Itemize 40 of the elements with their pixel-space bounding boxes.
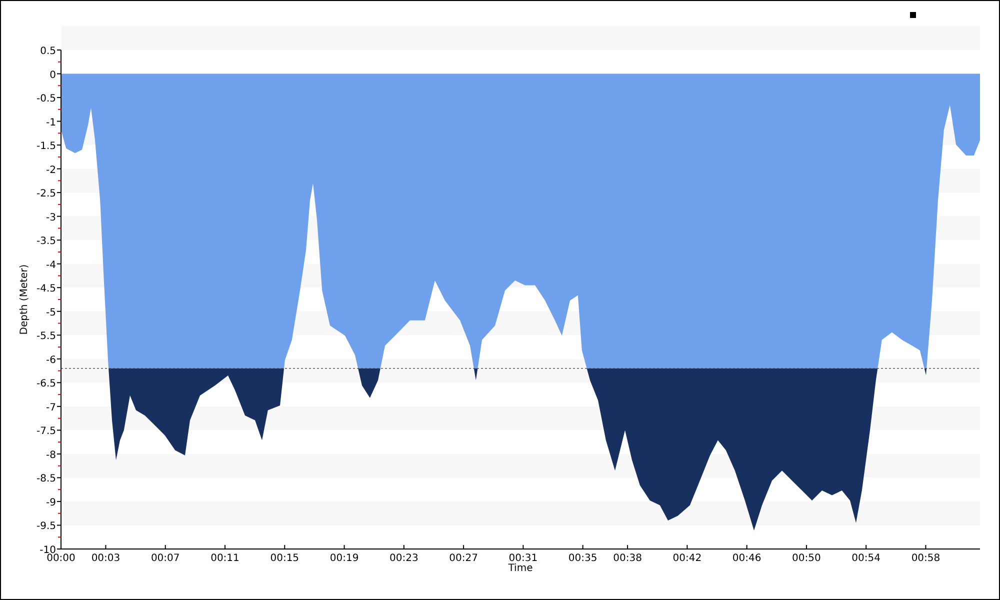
legend-marker-icon <box>910 12 916 18</box>
y-tick-label: -9.5 <box>36 521 56 532</box>
x-tick-label: 00:46 <box>732 553 762 564</box>
y-tick-label: -9 <box>46 497 56 508</box>
y-tick-label: -8 <box>46 450 56 461</box>
y-tick-label: -3.5 <box>36 236 56 248</box>
y-tick-label: -5.5 <box>36 331 56 342</box>
y-tick-label: -1 <box>46 117 56 128</box>
y-tick-label: -6 <box>46 354 56 366</box>
y-tick-label: 0.5 <box>40 46 56 57</box>
y-tick-label: -6.5 <box>36 378 56 390</box>
x-tick-label: 00:31 <box>508 553 538 564</box>
y-tick-label: -7 <box>46 402 56 414</box>
x-axis-title: Time <box>508 563 533 574</box>
x-tick-label: 00:07 <box>150 553 180 564</box>
y-tick-label: -0.5 <box>36 94 56 105</box>
y-tick-label: -8.5 <box>36 474 56 485</box>
x-tick-label: 00:38 <box>613 553 642 564</box>
x-tick-label: 00:19 <box>330 553 359 564</box>
y-tick-label: -4 <box>46 260 56 271</box>
y-tick-label: -3 <box>46 212 56 224</box>
x-tick-label: 00:35 <box>568 553 598 564</box>
x-tick-label: 00:11 <box>210 553 240 564</box>
y-tick-label: -4.5 <box>36 284 56 295</box>
x-tick-label: 00:27 <box>449 553 478 564</box>
x-tick-label: 00:00 <box>46 553 76 564</box>
x-tick-label: 00:03 <box>91 553 120 564</box>
y-tick-label: 0 <box>50 70 56 81</box>
x-tick-label: 00:23 <box>390 553 418 564</box>
y-tick-label: -1.5 <box>36 141 56 152</box>
y-tick-label: -2 <box>46 164 56 176</box>
x-tick-label: 00:58 <box>911 553 940 564</box>
x-tick-label: 00:15 <box>270 553 300 564</box>
x-tick-label: 00:42 <box>672 553 702 564</box>
y-tick-label: -7.5 <box>36 426 56 438</box>
x-tick-label: 00:50 <box>792 553 821 564</box>
x-tick-label: 00:54 <box>852 553 880 564</box>
y-axis-title: Depth (Meter) <box>19 264 30 335</box>
y-tick-label: -5 <box>46 307 56 318</box>
y-tick-label: -2.5 <box>36 188 56 200</box>
